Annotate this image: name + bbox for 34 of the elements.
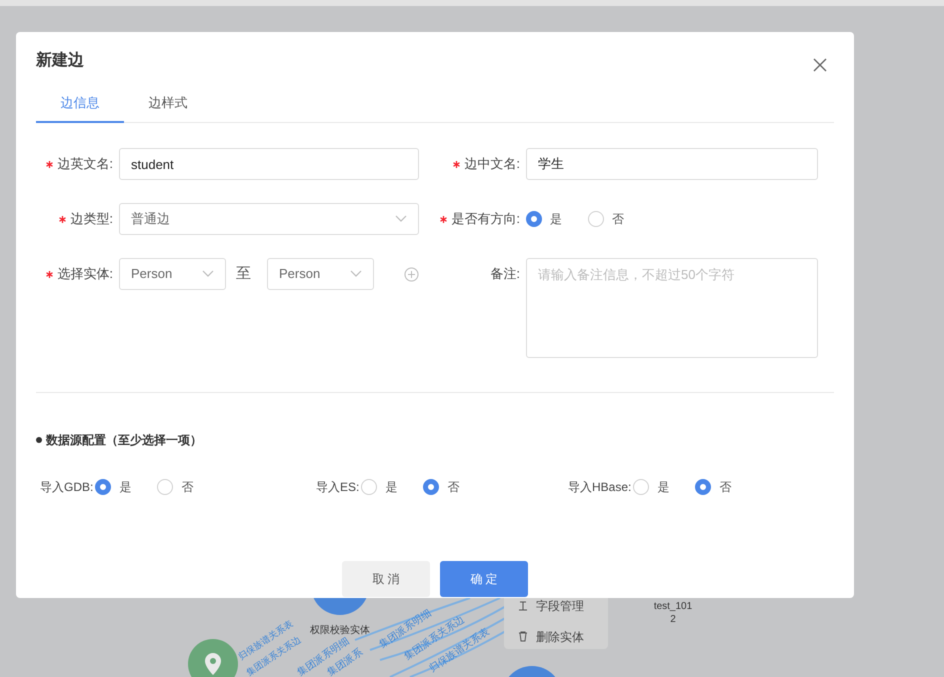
cancel-button[interactable]: 取 消: [342, 561, 430, 597]
radio-label: 否: [447, 479, 460, 496]
radio-label: 是: [119, 479, 132, 496]
radio-label: 是: [385, 479, 398, 496]
field-label: 导入ES:: [316, 479, 360, 496]
radio-label: 否: [181, 479, 194, 496]
joiner-label: 至: [235, 264, 252, 284]
tab[interactable]: 边信息: [36, 85, 124, 123]
node-label: test_101: [652, 600, 694, 613]
select-field[interactable]: Person: [267, 258, 374, 290]
radio-label: 是: [550, 211, 562, 228]
section-title: 数据源配置（至少选择一项）: [46, 432, 202, 449]
field-label: 选择实体:: [57, 265, 113, 283]
textarea-field[interactable]: 请输入备注信息，不超过50个字符: [526, 258, 818, 358]
field-label: 边中文名:: [464, 155, 520, 173]
field-label: 备注:: [490, 265, 520, 283]
field-label: 边类型:: [70, 210, 113, 228]
field-label: 导入GDB:: [40, 479, 94, 496]
select-field[interactable]: 普通边: [119, 203, 419, 235]
select-field[interactable]: Person: [119, 258, 226, 290]
field-label: 边英文名:: [57, 155, 113, 173]
menu-item[interactable]: 删除实体: [518, 621, 608, 652]
dialog-title: 新建边: [36, 50, 84, 71]
radio-label: 否: [612, 211, 624, 228]
node-label: 权限校验实体: [309, 624, 371, 637]
tab[interactable]: 边样式: [124, 85, 212, 123]
input-field[interactable]: 学生: [526, 148, 818, 180]
field-label: 导入HBase:: [568, 479, 632, 496]
input-field[interactable]: student: [119, 148, 419, 180]
radio-label: 是: [657, 479, 670, 496]
confirm-button[interactable]: 确 定: [440, 561, 528, 597]
field-label: 是否有方向:: [451, 210, 520, 228]
radio-label: 否: [719, 479, 732, 496]
node-label: 2: [669, 613, 677, 626]
